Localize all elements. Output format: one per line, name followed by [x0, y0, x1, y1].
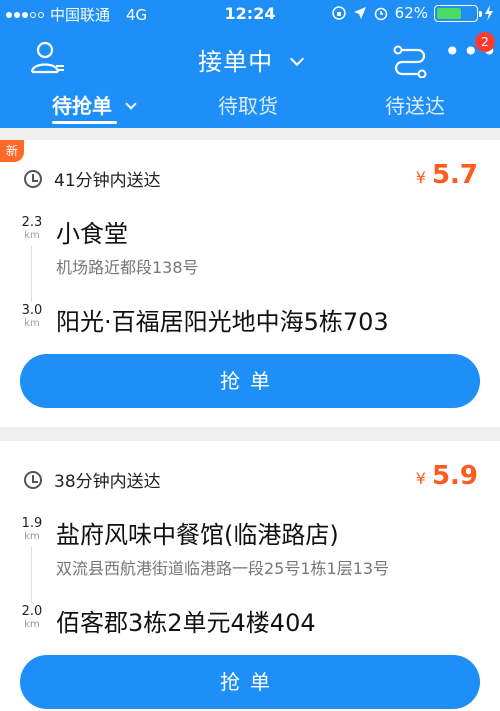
- currency-symbol: ¥: [415, 469, 426, 488]
- pickup-name: 小食堂: [56, 220, 128, 248]
- currency-symbol: ¥: [415, 168, 426, 187]
- order-price: ¥5.7: [416, 160, 478, 190]
- grab-order-button[interactable]: 抢单: [20, 354, 480, 408]
- chevron-down-icon: [289, 51, 304, 67]
- work-status-label: 接单中: [198, 48, 274, 76]
- new-order-badge: 新: [0, 140, 24, 162]
- pickup-name: 盐府风味中餐馆(临港路店): [56, 521, 339, 549]
- tab-pending-pickup[interactable]: 待取货: [218, 90, 278, 128]
- distance-value: 2.0: [21, 604, 43, 619]
- route-settings-button[interactable]: [390, 38, 430, 79]
- tab-pending-delivery[interactable]: 待送达: [385, 90, 445, 128]
- route-icon: [393, 45, 427, 79]
- delivery-deadline: 38分钟内送达: [24, 467, 161, 492]
- notification-badge: 2: [475, 32, 495, 52]
- clock-icon: [24, 470, 42, 489]
- tab-label: 待送达: [385, 94, 445, 118]
- route-connector: [31, 246, 32, 302]
- order-card[interactable]: 新 41分钟内送达 ¥5.7 2.3 km 小食堂 机场路近都段138号 3.0…: [0, 140, 500, 427]
- grab-order-button[interactable]: 抢单: [20, 655, 480, 709]
- distance-unit: km: [24, 230, 40, 241]
- order-price: ¥5.9: [416, 461, 478, 491]
- battery-icon: [434, 4, 482, 22]
- distance-value: 3.0: [21, 303, 43, 318]
- deadline-text: 41分钟内送达: [54, 171, 161, 191]
- route-connector: [31, 547, 32, 603]
- tab-label: 待取货: [218, 94, 278, 118]
- location-icon: [353, 7, 366, 19]
- price-value: 5.9: [431, 461, 478, 491]
- price-value: 5.7: [431, 160, 478, 190]
- deadline-text: 38分钟内送达: [54, 472, 161, 492]
- rotation-lock-icon: [331, 6, 346, 20]
- status-bar: 中国联通 4G 12:24 62%: [0, 0, 500, 28]
- dropoff-distance: 3.0 km: [18, 304, 46, 330]
- top-bar: 接单中 •••: [0, 30, 500, 82]
- pickup-distance: 2.3 km: [18, 216, 46, 242]
- pickup-address: 双流县西航港街道临港路一段25号1栋1层13号: [56, 559, 390, 578]
- app-header: 中国联通 4G 12:24 62% 接单中 ••• 2 待抢单 待取货 待送达: [0, 0, 500, 128]
- pickup-distance: 1.9 km: [18, 517, 46, 543]
- chevron-down-icon: [125, 98, 137, 110]
- distance-value: 2.3: [21, 215, 43, 230]
- active-tab-indicator: [52, 121, 117, 124]
- clock-icon: [24, 169, 42, 188]
- alarm-icon: [374, 7, 387, 21]
- distance-value: 1.9: [21, 516, 43, 531]
- battery-percent: 62%: [394, 4, 428, 22]
- delivery-deadline: 41分钟内送达: [24, 166, 161, 191]
- tab-label: 待抢单: [52, 94, 112, 118]
- pickup-address: 机场路近都段138号: [56, 258, 199, 277]
- dropoff-name: 阳光·百福居阳光地中海5栋703: [56, 308, 389, 336]
- dropoff-name: 佰客郡3栋2单元4楼404: [56, 609, 316, 637]
- charging-icon: [485, 5, 493, 21]
- order-card[interactable]: 38分钟内送达 ¥5.9 1.9 km 盐府风味中餐馆(临港路店) 双流县西航港…: [0, 441, 500, 711]
- distance-unit: km: [24, 619, 40, 630]
- dropoff-distance: 2.0 km: [18, 605, 46, 631]
- distance-unit: km: [24, 531, 40, 542]
- distance-unit: km: [24, 318, 40, 329]
